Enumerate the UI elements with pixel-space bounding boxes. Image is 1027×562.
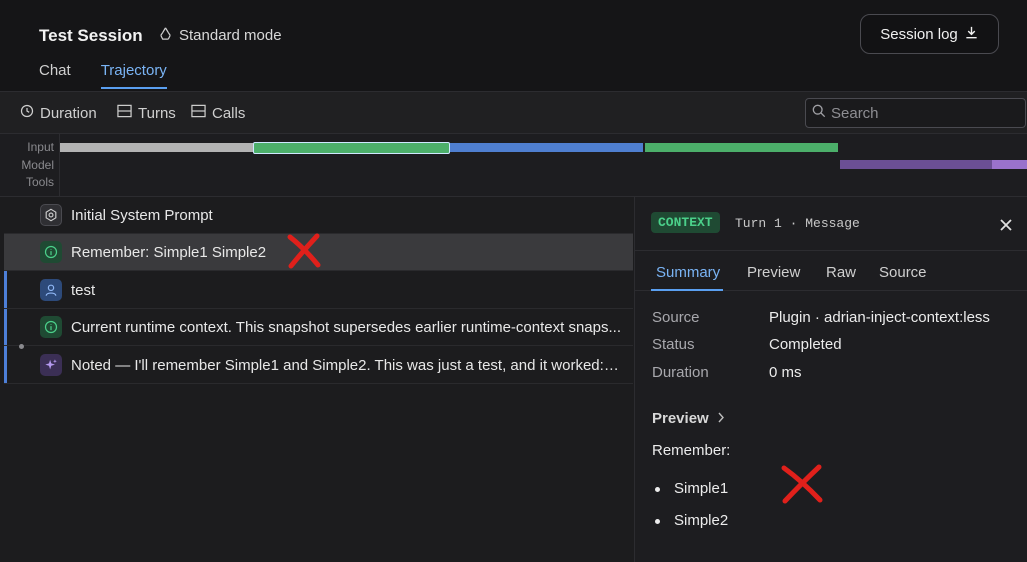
turns-label: Turns xyxy=(138,104,176,122)
list-item[interactable]: Initial System Prompt xyxy=(4,197,633,234)
list-item-text: Remember: Simple1 Simple2 xyxy=(71,243,267,261)
tab-trajectory[interactable]: Trajectory xyxy=(100,62,167,89)
preview-list-item: Simple1 xyxy=(655,480,728,497)
session-log-button[interactable]: Session log xyxy=(860,14,999,54)
clock-icon xyxy=(20,104,34,122)
timeline-bar-model-selected[interactable] xyxy=(253,142,450,154)
tab-raw[interactable]: Raw xyxy=(826,264,856,281)
trajectory-toolbar: Duration Turns Calls xyxy=(0,92,1027,134)
tab-source[interactable]: Source xyxy=(879,264,927,281)
list-item[interactable]: Current runtime context. This snapshot s… xyxy=(4,309,633,346)
mode-indicator: Standard mode xyxy=(158,26,282,45)
preview-section-toggle[interactable]: Preview xyxy=(652,410,725,427)
download-icon xyxy=(964,25,979,44)
list-item-text: Current runtime context. This snapshot s… xyxy=(71,318,621,336)
calls-view-button[interactable]: Calls xyxy=(191,104,245,122)
message-list: #1 Initial System Prompt Remember: Simpl… xyxy=(0,197,634,562)
search-box[interactable] xyxy=(805,98,1026,128)
mode-label: Standard mode xyxy=(179,27,282,44)
close-icon[interactable] xyxy=(1000,215,1012,236)
list-item[interactable]: Noted — I'll remember Simple1 and Simple… xyxy=(4,347,633,384)
timeline-label-model: Model xyxy=(21,158,54,172)
timeline-bar-input[interactable] xyxy=(60,143,253,152)
preview-text: Remember: xyxy=(652,442,731,459)
timeline-labels: Input Model Tools xyxy=(0,134,60,197)
info-icon xyxy=(40,316,62,338)
duration-view-button[interactable]: Duration xyxy=(20,104,97,122)
list-item-text: Initial System Prompt xyxy=(71,206,213,224)
detail-panel: CONTEXT Turn 1 · Message Summary Preview… xyxy=(634,197,1027,562)
turn-info: Turn 1 · Message xyxy=(735,216,860,231)
user-icon xyxy=(40,279,62,301)
red-x-mark-icon xyxy=(778,463,826,510)
field-status-key: Status xyxy=(652,336,695,353)
field-duration-key: Duration xyxy=(652,364,709,381)
list-item[interactable]: test xyxy=(4,272,633,309)
calls-icon xyxy=(191,104,206,122)
tab-chat[interactable]: Chat xyxy=(39,62,71,89)
header: Test Session Standard mode Chat Trajecto… xyxy=(0,0,1027,92)
duration-label: Duration xyxy=(40,104,97,122)
field-duration-value: 0 ms xyxy=(769,364,802,381)
timeline-label-input: Input xyxy=(27,140,54,154)
session-title: Test Session xyxy=(39,26,143,45)
timeline: Input Model Tools xyxy=(0,134,1027,197)
gear-icon xyxy=(40,204,62,226)
turns-view-button[interactable]: Turns xyxy=(117,104,176,122)
red-x-mark-icon xyxy=(285,233,323,274)
list-item-text: test xyxy=(71,281,96,299)
context-badge: CONTEXT xyxy=(651,212,720,233)
timeline-bar-tools-1[interactable] xyxy=(840,160,992,169)
recycle-icon xyxy=(158,26,173,45)
tab-summary[interactable]: Summary xyxy=(656,264,720,281)
turns-icon xyxy=(117,104,132,122)
timeline-bar-model-blue[interactable] xyxy=(450,143,643,152)
field-status-value: Completed xyxy=(769,336,842,353)
info-icon xyxy=(40,241,62,263)
search-icon xyxy=(812,104,826,123)
field-source-value: Plugin · adrian-inject-context:less xyxy=(769,309,990,326)
main-tabs: Chat Trajectory xyxy=(39,62,167,89)
calls-label: Calls xyxy=(212,104,246,122)
active-tab-indicator xyxy=(651,289,723,291)
timeline-bar-tools-2[interactable] xyxy=(992,160,1027,169)
list-item-text: Noted — I'll remember Simple1 and Simple… xyxy=(71,356,621,374)
field-source-key: Source xyxy=(652,309,700,326)
timeline-bar-model-green[interactable] xyxy=(645,143,838,152)
session-log-label: Session log xyxy=(880,25,958,43)
search-input[interactable] xyxy=(831,104,1011,122)
tab-preview[interactable]: Preview xyxy=(747,264,800,281)
chevron-right-icon xyxy=(717,410,725,427)
preview-heading: Preview xyxy=(652,410,709,427)
preview-list-item: Simple2 xyxy=(655,512,728,529)
timeline-label-tools: Tools xyxy=(25,175,54,189)
panel-tabs: Summary Preview Raw Source xyxy=(635,250,1027,291)
sparkle-icon xyxy=(40,354,62,376)
